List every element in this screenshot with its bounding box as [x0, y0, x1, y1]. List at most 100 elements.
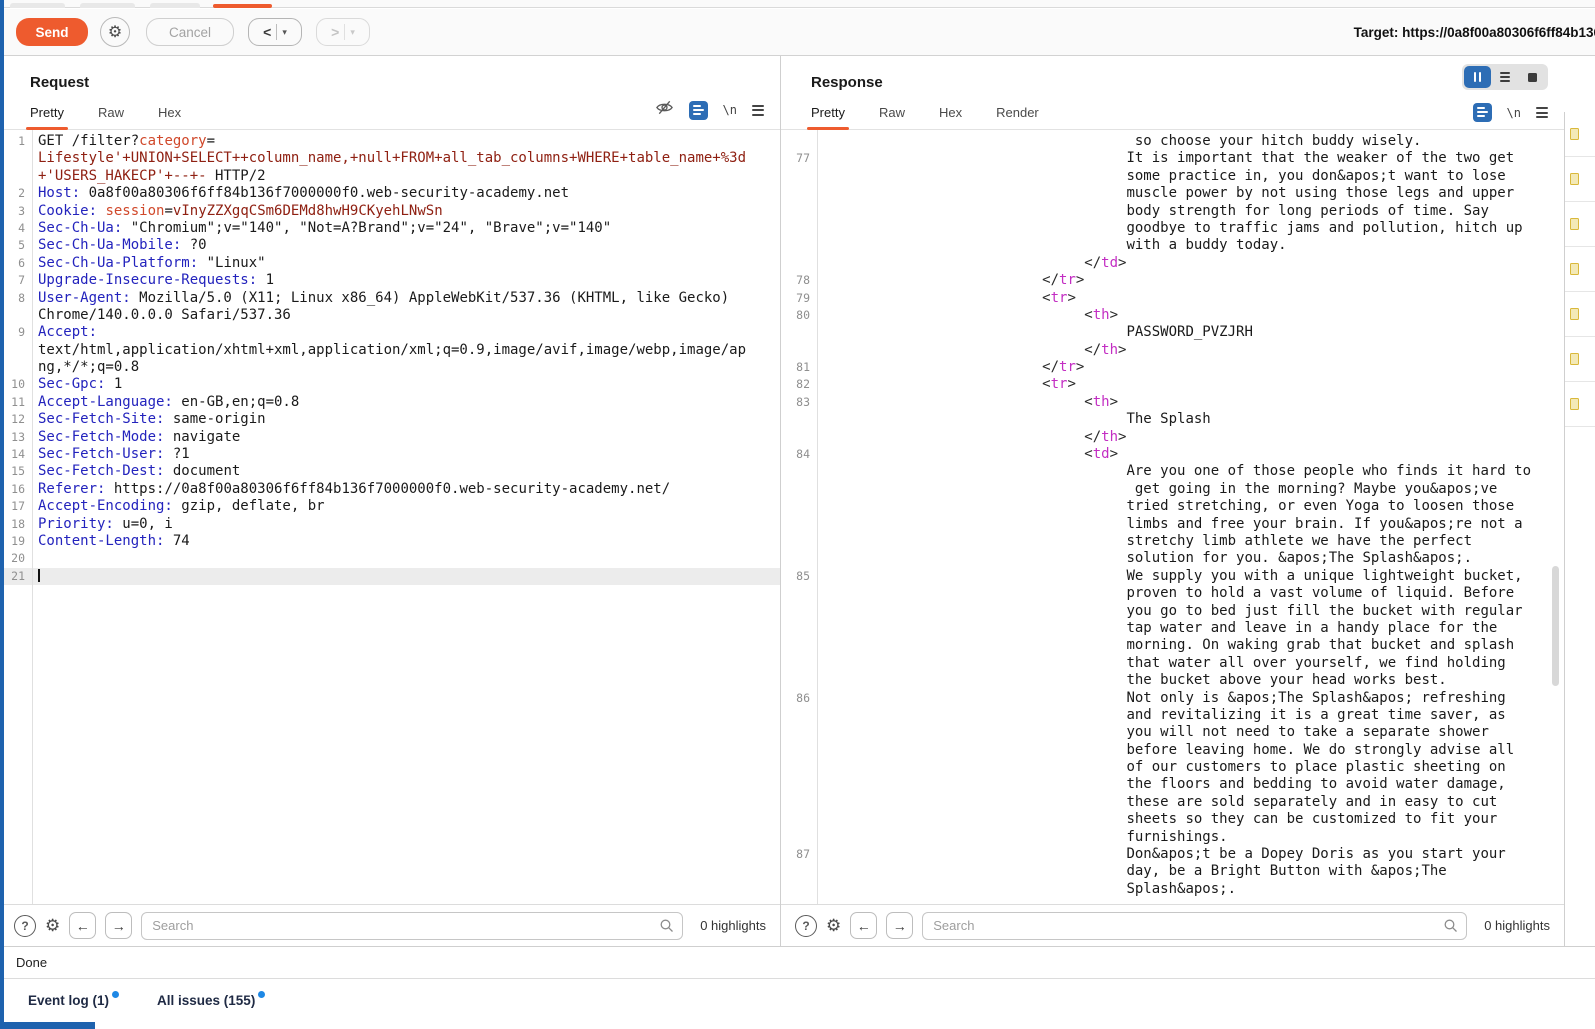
code-row[interactable]: 3Cookie: session=vInyZZXgqCSm6DEMd8hwH9C…: [0, 203, 780, 220]
code-row[interactable]: 7Upgrade-Insecure-Requests: 1: [0, 272, 780, 289]
code-row[interactable]: some practice in, you don&apos;t want to…: [781, 168, 1564, 185]
footer-tab[interactable]: Event log (1): [28, 993, 119, 1008]
code-row[interactable]: 85 We supply you with a unique lightweig…: [781, 568, 1564, 585]
code-row[interactable]: 86 Not only is &apos;The Splash&apos; re…: [781, 690, 1564, 707]
code-row[interactable]: proven to hold a vast volume of liquid. …: [781, 585, 1564, 602]
code-row[interactable]: 20: [0, 550, 780, 567]
tab-hex[interactable]: Hex: [939, 105, 962, 129]
code-row[interactable]: 80 <th>: [781, 307, 1564, 324]
code-row[interactable]: 6Sec-Ch-Ua-Platform: "Linux": [0, 255, 780, 272]
next-match-button[interactable]: →: [886, 912, 913, 939]
code-row[interactable]: +'USERS_HAKECP'+--+- HTTP/2: [0, 168, 780, 185]
code-row[interactable]: Lifestyle'+UNION+SELECT++column_name,+nu…: [0, 150, 780, 167]
code-row[interactable]: goodbye to traffic jams and pollution, h…: [781, 220, 1564, 237]
code-row[interactable]: Are you one of those people who finds it…: [781, 463, 1564, 480]
code-row[interactable]: you go to bed just fill the bucket with …: [781, 603, 1564, 620]
code-row[interactable]: 13Sec-Fetch-Mode: navigate: [0, 429, 780, 446]
code-row[interactable]: 11Accept-Language: en-GB,en;q=0.8: [0, 394, 780, 411]
prettify-icon[interactable]: [1473, 103, 1492, 122]
code-row[interactable]: limbs and free your brain. If you&apos;r…: [781, 516, 1564, 533]
newline-toggle-icon[interactable]: \n: [1507, 106, 1521, 120]
help-icon[interactable]: ?: [795, 915, 817, 937]
code-row[interactable]: 8User-Agent: Mozilla/5.0 (X11; Linux x86…: [0, 290, 780, 307]
code-row[interactable]: the bucket above your head works best.: [781, 672, 1564, 689]
code-row[interactable]: 78 </tr>: [781, 272, 1564, 289]
code-row[interactable]: tried stretching, or even Yoga to loosen…: [781, 498, 1564, 515]
code-row[interactable]: stretchy limb athlete we have the perfec…: [781, 533, 1564, 550]
prev-match-button[interactable]: ←: [850, 912, 877, 939]
request-editor[interactable]: 1GET /filter?category=Lifestyle'+UNION+S…: [0, 130, 780, 904]
code-row[interactable]: 4Sec-Ch-Ua: "Chromium";v="140", "Not=A?B…: [0, 220, 780, 237]
repeater-tab[interactable]: [80, 3, 135, 8]
prev-match-button[interactable]: ←: [69, 912, 96, 939]
response-editor[interactable]: so choose your hitch buddy wisely.77 It …: [781, 130, 1564, 904]
response-scrollbar[interactable]: [1552, 566, 1559, 686]
inspector-item[interactable]: [1565, 157, 1595, 202]
inspector-item[interactable]: [1565, 112, 1595, 157]
code-row[interactable]: 87 Don&apos;t be a Dopey Doris as you st…: [781, 846, 1564, 863]
code-row[interactable]: 83 <th>: [781, 394, 1564, 411]
forward-history-button[interactable]: >▾: [316, 18, 370, 46]
lines-view-button[interactable]: [1492, 66, 1519, 88]
editor-menu-icon[interactable]: [1536, 107, 1548, 118]
code-row[interactable]: text/html,application/xhtml+xml,applicat…: [0, 342, 780, 359]
code-row[interactable]: solution for you. &apos;The Splash&apos;…: [781, 550, 1564, 567]
code-row[interactable]: day, be a Bright Button with &apos;The: [781, 863, 1564, 880]
code-row[interactable]: 81 </tr>: [781, 359, 1564, 376]
code-row[interactable]: Chrome/140.0.0.0 Safari/537.36: [0, 307, 780, 324]
code-row[interactable]: 12Sec-Fetch-Site: same-origin: [0, 411, 780, 428]
code-row[interactable]: of our customers to place plastic sheeti…: [781, 759, 1564, 776]
code-row[interactable]: 16Referer: https://0a8f00a80306f6ff84b13…: [0, 481, 780, 498]
tab-raw[interactable]: Raw: [879, 105, 905, 129]
code-row[interactable]: 79 <tr>: [781, 290, 1564, 307]
prettify-icon[interactable]: [689, 101, 708, 120]
send-button[interactable]: Send: [16, 18, 88, 46]
tab-render[interactable]: Render: [996, 105, 1039, 129]
code-row[interactable]: tap water and leave in a handy place for…: [781, 620, 1564, 637]
code-row[interactable]: </td>: [781, 255, 1564, 272]
code-row[interactable]: 2Host: 0a8f00a80306f6ff84b136f7000000f0.…: [0, 185, 780, 202]
code-row[interactable]: </th>: [781, 342, 1564, 359]
response-search-input[interactable]: [922, 912, 1467, 940]
stop-button[interactable]: [1519, 66, 1546, 88]
code-row[interactable]: you will not need to take a separate sho…: [781, 724, 1564, 741]
code-row[interactable]: muscle power by not using those legs and…: [781, 185, 1564, 202]
tab-hex[interactable]: Hex: [158, 105, 181, 129]
code-row[interactable]: The Splash: [781, 411, 1564, 428]
code-row[interactable]: with a buddy today.: [781, 237, 1564, 254]
code-row[interactable]: and revitalizing it is a great time save…: [781, 707, 1564, 724]
back-history-button[interactable]: <▾: [248, 18, 302, 46]
code-row[interactable]: 5Sec-Ch-Ua-Mobile: ?0: [0, 237, 780, 254]
search-settings-gear-icon[interactable]: ⚙: [45, 916, 60, 936]
code-row[interactable]: that water all over yourself, we find ho…: [781, 655, 1564, 672]
code-row[interactable]: 1GET /filter?category=: [0, 133, 780, 150]
tab-raw[interactable]: Raw: [98, 105, 124, 129]
code-row[interactable]: get going in the morning? Maybe you&apos…: [781, 481, 1564, 498]
code-row[interactable]: PASSWORD_PVZJRH: [781, 324, 1564, 341]
code-row[interactable]: 82 <tr>: [781, 376, 1564, 393]
code-row[interactable]: 9Accept:: [0, 324, 780, 341]
footer-tab[interactable]: All issues (155): [157, 993, 265, 1008]
tab-pretty[interactable]: Pretty: [811, 105, 845, 129]
code-row[interactable]: before leaving home. We do strongly advi…: [781, 742, 1564, 759]
code-row[interactable]: 21: [0, 568, 780, 585]
code-row[interactable]: 17Accept-Encoding: gzip, deflate, br: [0, 498, 780, 515]
code-row[interactable]: so choose your hitch buddy wisely.: [781, 133, 1564, 150]
inspector-item[interactable]: [1565, 202, 1595, 247]
inspector-item[interactable]: [1565, 247, 1595, 292]
code-row[interactable]: 10Sec-Gpc: 1: [0, 376, 780, 393]
code-row[interactable]: the floors and bedding to avoid water da…: [781, 776, 1564, 793]
inspector-item[interactable]: [1565, 337, 1595, 382]
code-row[interactable]: body strength for long periods of time. …: [781, 203, 1564, 220]
code-row[interactable]: 15Sec-Fetch-Dest: document: [0, 463, 780, 480]
help-icon[interactable]: ?: [14, 915, 36, 937]
repeater-tab[interactable]: [150, 3, 200, 8]
cancel-button[interactable]: Cancel: [146, 18, 234, 46]
next-match-button[interactable]: →: [105, 912, 132, 939]
inspector-item[interactable]: [1565, 292, 1595, 337]
code-row[interactable]: Splash&apos;.: [781, 881, 1564, 898]
code-row[interactable]: furnishings.: [781, 829, 1564, 846]
code-row[interactable]: </th>: [781, 429, 1564, 446]
code-row[interactable]: sheets so they can be customized to fit …: [781, 811, 1564, 828]
inspector-item[interactable]: [1565, 382, 1595, 427]
